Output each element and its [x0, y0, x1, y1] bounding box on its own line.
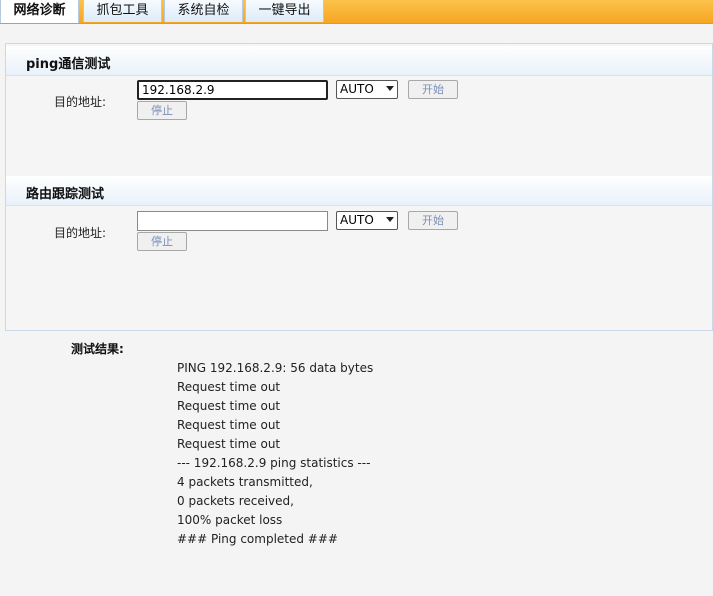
result-line: 100% packet loss: [177, 513, 283, 527]
result-line: Request time out: [177, 380, 281, 394]
ping-stop-button[interactable]: 停止: [137, 101, 187, 120]
traceroute-section-header: 路由跟踪测试: [6, 176, 712, 206]
tab-packet-capture[interactable]: 抓包工具: [83, 0, 162, 22]
diagnosis-panel: ping通信测试 目的地址: AUTO 开始 停止 路由跟踪测试 目的地址: A…: [5, 43, 713, 331]
traceroute-mode-value: AUTO: [340, 213, 374, 227]
result-line: Request time out: [177, 437, 281, 451]
traceroute-dest-input[interactable]: [137, 211, 328, 231]
chevron-down-icon: [386, 86, 394, 91]
result-line: Request time out: [177, 399, 281, 413]
ping-mode-value: AUTO: [340, 82, 374, 96]
ping-dest-input[interactable]: [137, 80, 328, 100]
tab-bar: 网络诊断 抓包工具 系统自检 一键导出: [0, 0, 713, 24]
traceroute-mode-select[interactable]: AUTO: [336, 211, 398, 230]
tab-one-click-export[interactable]: 一键导出: [245, 0, 324, 22]
traceroute-dest-label: 目的地址:: [54, 226, 107, 240]
results-output: PING 192.168.2.9: 56 data bytes Request …: [177, 359, 373, 549]
result-line: 4 packets transmitted,: [177, 475, 313, 489]
traceroute-section-title: 路由跟踪测试: [26, 187, 105, 202]
result-line: 0 packets received,: [177, 494, 294, 508]
result-line: ### Ping completed ###: [177, 532, 338, 546]
ping-section-title: ping通信测试: [26, 57, 111, 72]
tab-network-diagnosis[interactable]: 网络诊断: [0, 0, 79, 23]
ping-dest-label: 目的地址:: [54, 95, 107, 109]
result-line: --- 192.168.2.9 ping statistics ---: [177, 456, 371, 470]
tab-system-selftest[interactable]: 系统自检: [164, 0, 243, 22]
result-line: PING 192.168.2.9: 56 data bytes: [177, 361, 374, 375]
ping-section-header: ping通信测试: [6, 46, 712, 76]
traceroute-start-button[interactable]: 开始: [408, 211, 458, 230]
ping-start-button[interactable]: 开始: [408, 80, 458, 99]
chevron-down-icon: [386, 217, 394, 222]
ping-mode-select[interactable]: AUTO: [336, 80, 398, 99]
result-line: Request time out: [177, 418, 281, 432]
traceroute-stop-button[interactable]: 停止: [137, 232, 187, 251]
results-label: 测试结果:: [71, 342, 124, 356]
